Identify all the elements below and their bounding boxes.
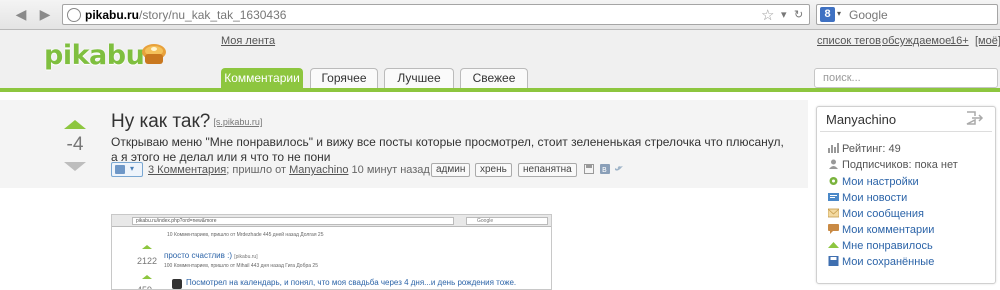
posted-from-label: ; пришло от [226,164,287,176]
embedded-up-arrow-icon-2 [142,275,152,279]
tag-admin[interactable]: админ [431,163,471,177]
embedded-score-2: 459 [137,285,153,290]
tag-hren[interactable]: хрень [475,163,512,177]
panel-link-comments[interactable]: Мои комментарии [828,224,934,238]
envelope-icon [828,208,839,218]
person-icon [829,159,838,169]
panel-link-settings[interactable]: Мои настройки [828,176,919,190]
vote-up-arrow-icon[interactable] [64,120,86,129]
embedded-browser-bar: pikabu.ru/index.php?ord=new&more Google [112,215,551,227]
panel-divider [820,131,992,132]
google-icon[interactable]: 8 [820,7,835,22]
forward-icon[interactable]: ▶ [36,6,54,23]
panel-rating: Рейтинг: 49 [828,143,901,157]
vk-share-icon[interactable]: B [600,164,610,174]
back-icon[interactable]: ◀ [12,6,30,23]
time-ago: 10 минут назад [351,164,430,176]
browser-toolbar: ◀ ▶ pikabu.ru/story/nu_kak_tak_1630436 ☆… [0,0,1000,30]
story-meta: 3 Комментария; пришло от Manyachino 10 м… [148,164,430,176]
tag-nepanyatna[interactable]: непанятна [518,163,577,177]
search-engine-label: Google [849,8,888,22]
site-logo[interactable]: pikabu [44,40,145,71]
panel-link-saved[interactable]: Мои сохранённые [828,256,934,270]
tab-best[interactable]: Лучшее [384,68,454,88]
tab-comments[interactable]: Комментарии [221,68,303,88]
panel-username[interactable]: Manyachino [826,112,896,127]
site-search-placeholder: поиск... [823,72,861,84]
embedded-meta-top: 10 Комментариев, пришло от Mrdezhade 445… [167,232,324,238]
globe-icon [67,8,81,22]
comments-button[interactable]: ▾ [111,162,143,177]
url-text: pikabu.ru/story/nu_kak_tak_1630436 [85,8,287,22]
story-title-row: Ну как так? [s.pikabu.ru] [111,111,262,133]
panel-link-news[interactable]: Мои новости [828,192,907,206]
save-icon[interactable] [584,164,594,174]
browser-search-box[interactable]: 8 ▾ Google [816,4,998,25]
comment-icon [828,224,839,234]
author-link[interactable]: Manyachino [289,164,348,176]
tab-fresh[interactable]: Свежее [460,68,528,88]
mine-link[interactable]: [моё] [975,35,1000,47]
dropdown-arrow-icon[interactable]: ▾ [781,8,787,21]
bar-chart-icon [828,143,839,153]
up-arrow-icon [828,242,839,248]
embedded-up-arrow-icon [142,245,152,249]
reload-icon[interactable]: ↻ [794,8,803,21]
chevron-down-icon: ▾ [130,164,135,173]
site-search-input[interactable]: поиск... [814,68,998,88]
discussed-link[interactable]: обсуждаемое [882,35,951,47]
embedded-title-2: Посмотрел на календарь, и понял, что моя… [186,278,517,287]
story-image: pikabu.ru/index.php?ord=new&more Google … [111,214,552,290]
embedded-title-1: просто счастлив :) [pikabu.ru] [164,251,258,260]
bookmark-star-icon[interactable]: ☆ [761,6,774,24]
tab-hot[interactable]: Горячее [310,68,378,88]
panel-link-messages[interactable]: Мои сообщения [828,208,924,222]
comment-bubble-icon [115,165,125,174]
embedded-meta-1: 100 Комментариев, пришло от Mihail 443 д… [164,263,318,269]
my-feed-link[interactable]: Моя лента [221,35,275,47]
story-title[interactable]: Ну как так? [111,111,210,132]
story-source-link[interactable]: [s.pikabu.ru] [213,117,262,127]
floppy-disk-icon [828,256,839,266]
panel-link-liked[interactable]: Мне понравилось [828,240,933,254]
embedded-thumbnail [172,279,182,289]
vote-down-arrow-icon[interactable] [64,162,86,171]
age-rating-link[interactable]: 16+ [950,35,969,47]
address-bar[interactable]: pikabu.ru/story/nu_kak_tak_1630436 ☆ ▾ ↻ [62,4,810,25]
story-rating: -4 [66,134,84,155]
embedded-search: Google [466,217,548,225]
comments-link[interactable]: 3 Комментария [148,164,226,176]
header-divider [0,88,1000,92]
engine-dropdown-icon[interactable]: ▾ [837,9,841,18]
embedded-score-1: 2122 [137,256,158,266]
svg-text:B: B [602,166,607,174]
story-text: Открываю меню "Мне понравилось" и вижу в… [111,135,784,164]
gear-icon [829,177,838,185]
twitter-share-icon[interactable] [614,164,624,174]
panel-subscribers: Подписчиков: пока нет [828,159,958,173]
news-icon [828,193,839,201]
cake-logo-icon[interactable] [140,42,168,68]
embedded-url: pikabu.ru/index.php?ord=new&more [132,217,454,225]
tags-list-link[interactable]: список тегов [817,35,881,47]
logout-icon[interactable] [964,110,984,126]
